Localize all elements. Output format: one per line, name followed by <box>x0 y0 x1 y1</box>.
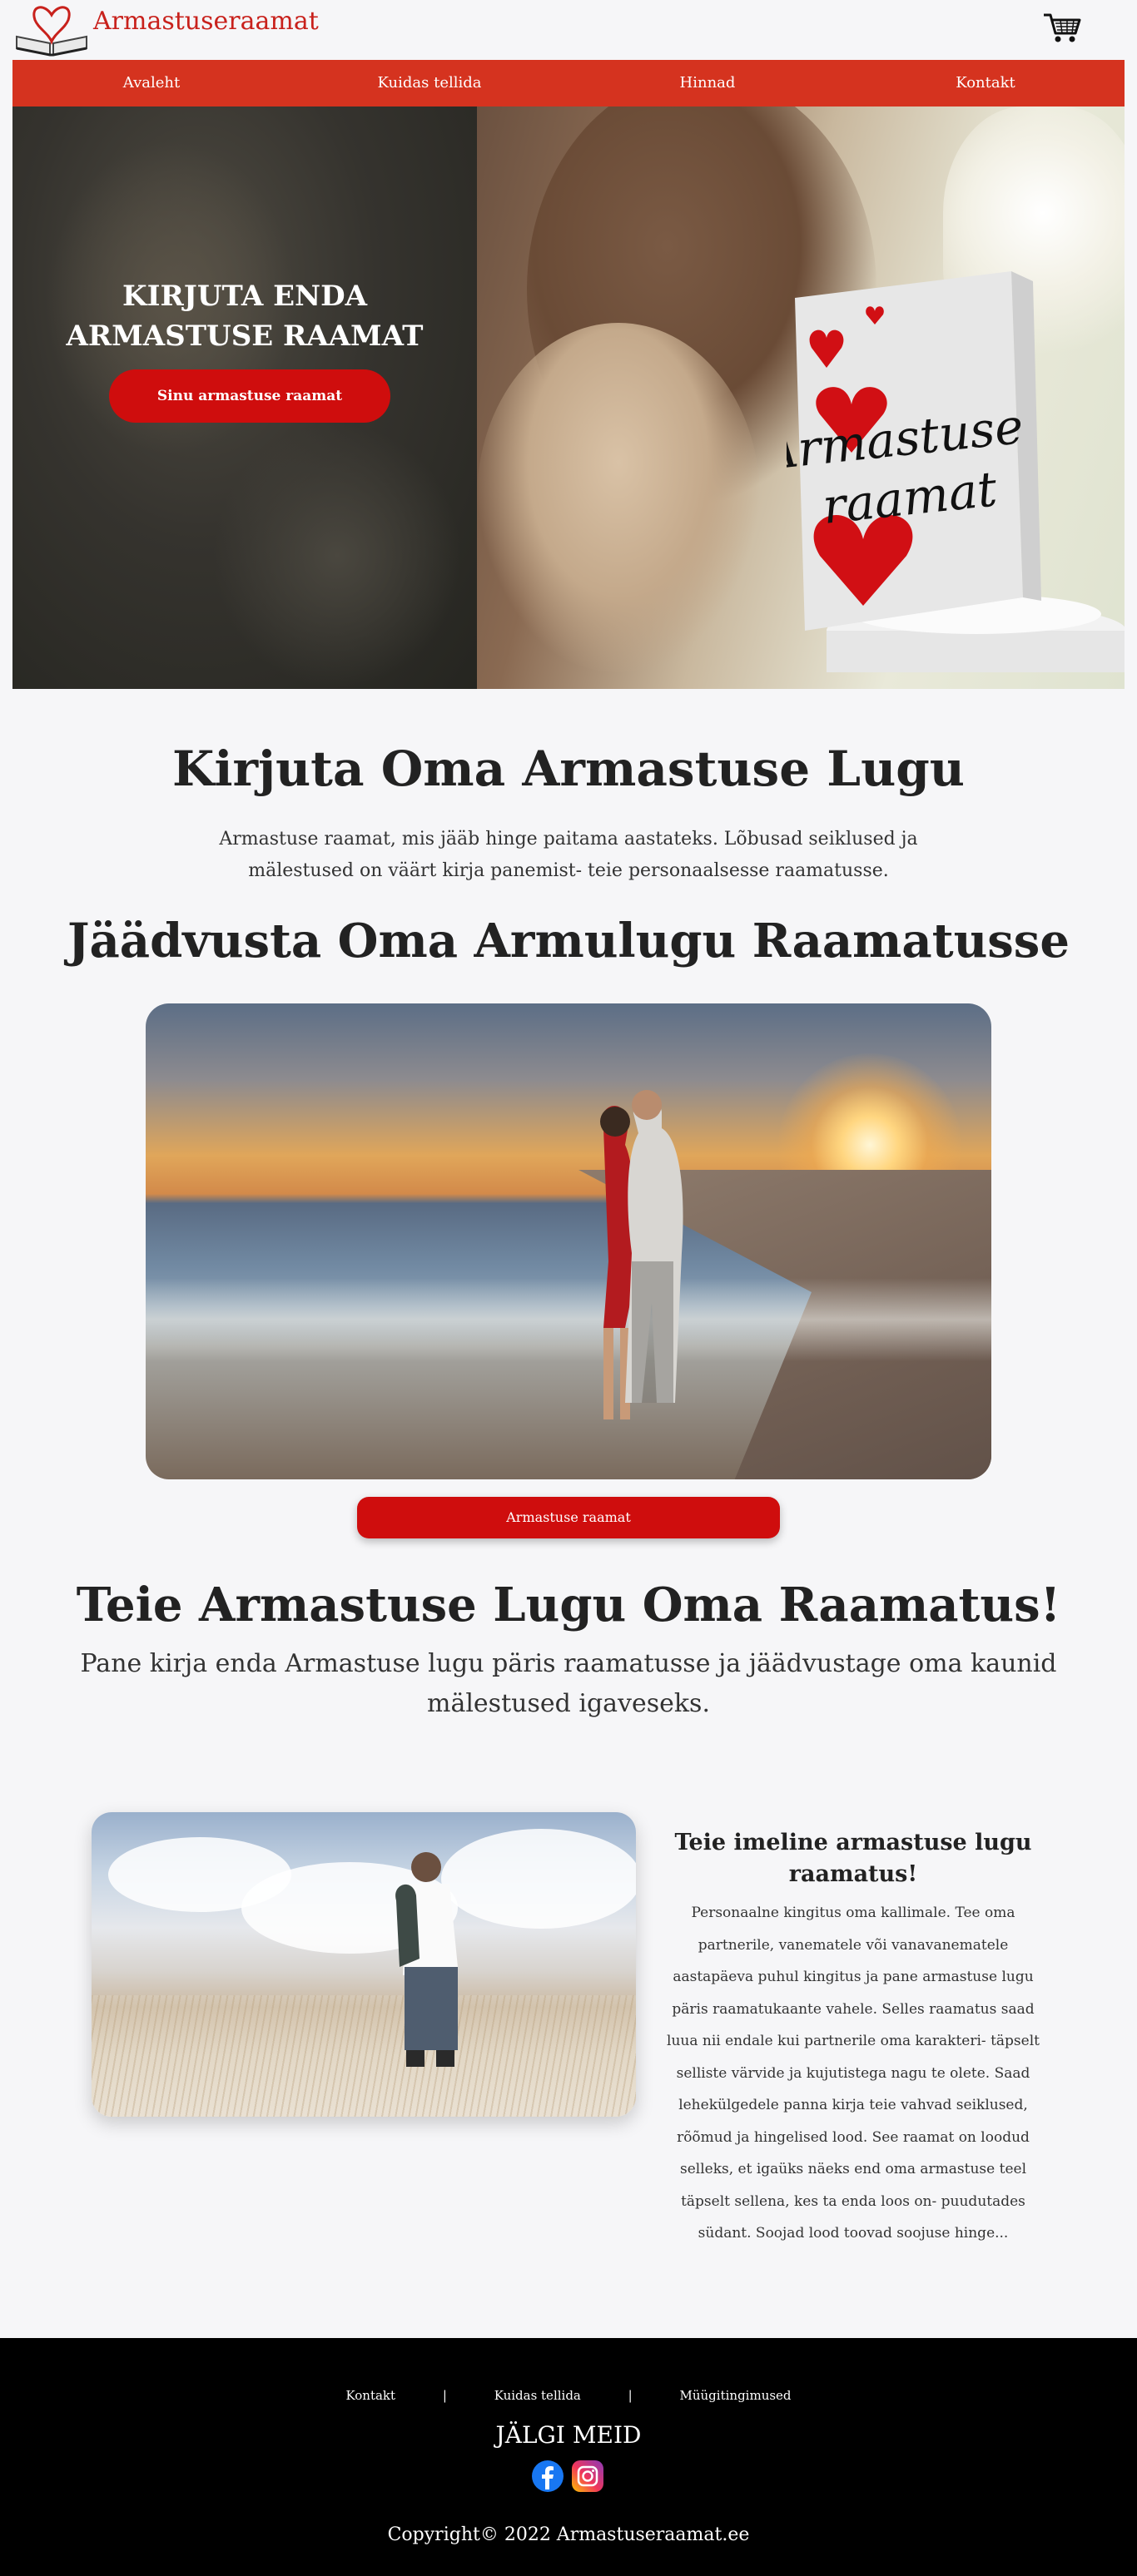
story-heading: Teie Armastuse Lugu Oma Raamatus! <box>76 1578 1061 1632</box>
footer-link-contact[interactable]: Kontakt <box>345 2388 395 2403</box>
site-header: Armastuseraamat <box>0 0 1137 60</box>
love-book-graphic: Armastuse raamat <box>787 271 1041 631</box>
footer-separator: | <box>628 2388 633 2403</box>
social-links <box>531 2460 606 2496</box>
footer-link-terms[interactable]: Müügitingimused <box>680 2388 792 2403</box>
couple-silhouette <box>600 1090 683 1419</box>
footer-separator: | <box>442 2388 447 2403</box>
love-book-button[interactable]: Armastuse raamat <box>357 1497 780 1538</box>
intro-text: Armastuse raamat, mis jääb hinge paitama… <box>219 829 918 881</box>
feature-text: Personaalne kingitus oma kallimale. Tee … <box>667 1905 1040 2242</box>
feature-title: Teie imeline armastuse lugu raamatus! <box>674 1830 1032 1887</box>
couple-silhouette <box>395 1852 458 2067</box>
gallery-heading: Jäädvusta Oma Armulugu Raamatusse <box>67 914 1070 968</box>
nav-item-how-to-order[interactable]: Kuidas tellida <box>290 60 568 107</box>
field-couple-image <box>92 1812 636 2117</box>
hero-banner: Armastuse raamat KIRJUTA ENDA ARMASTUSE … <box>12 107 1125 689</box>
brand-name[interactable]: Armastuseraamat <box>93 7 319 36</box>
nav-item-contact[interactable]: Kontakt <box>847 60 1125 107</box>
footer-links: Kontakt | Kuidas tellida | Müügitingimus… <box>0 2388 1137 2403</box>
hero-title-line2: ARMASTUSE RAAMAT <box>66 320 424 353</box>
story-subtitle: Pane kirja enda Armastuse lugu päris raa… <box>80 1649 1057 1718</box>
cart-icon[interactable] <box>1042 12 1082 43</box>
intro-heading: Kirjuta Oma Armastuse Lugu <box>172 741 965 797</box>
copyright-text: Copyright© 2022 Armastuseraamat.ee <box>387 2524 750 2545</box>
instagram-icon[interactable] <box>571 2460 604 2493</box>
footer-link-how-to-order[interactable]: Kuidas tellida <box>494 2388 581 2403</box>
follow-us-label: JÄLGI MEID <box>495 2421 642 2449</box>
facebook-icon[interactable] <box>531 2460 564 2493</box>
book-heart-logo[interactable] <box>12 0 92 60</box>
main-nav: Avaleht Kuidas tellida Hinnad Kontakt <box>12 60 1125 107</box>
beach-couple-image <box>146 1003 991 1479</box>
nav-item-prices[interactable]: Hinnad <box>568 60 847 107</box>
nav-item-home[interactable]: Avaleht <box>12 60 290 107</box>
hero-title: KIRJUTA ENDA ARMASTUSE RAAMAT <box>12 276 477 356</box>
site-footer: Kontakt | Kuidas tellida | Müügitingimus… <box>0 2338 1137 2576</box>
hero-title-line1: KIRJUTA ENDA <box>122 280 367 313</box>
hero-cta-button[interactable]: Sinu armastuse raamat <box>109 369 390 423</box>
